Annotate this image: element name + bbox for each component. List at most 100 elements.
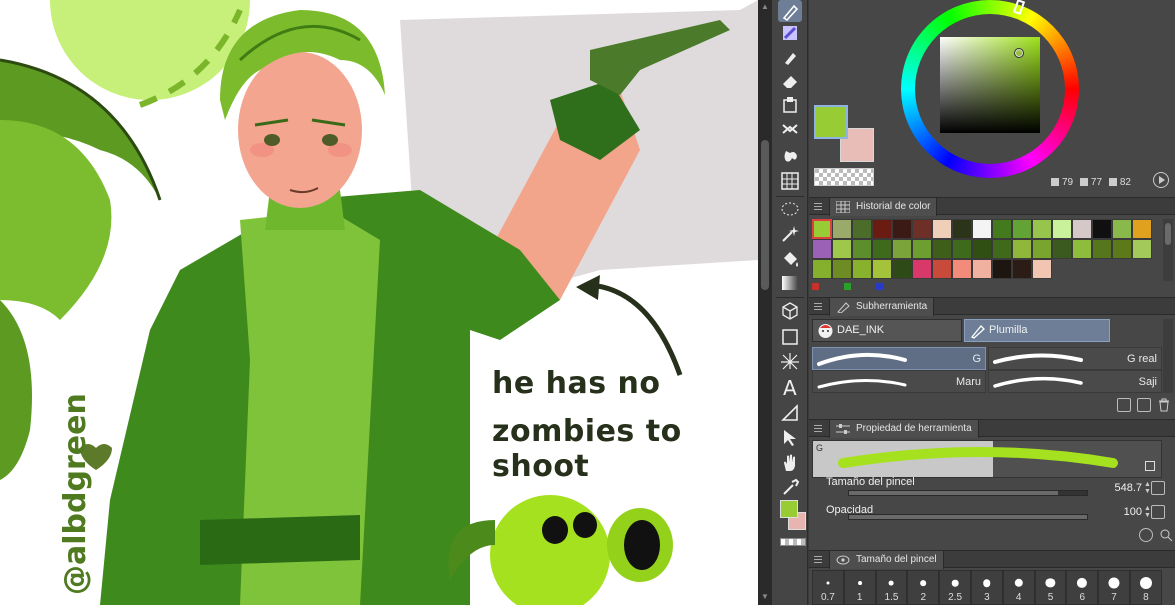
brush-size-preset[interactable]: 1 <box>843 570 876 605</box>
history-swatch[interactable] <box>1092 219 1112 239</box>
history-swatch[interactable] <box>852 219 872 239</box>
brush-g[interactable]: G <box>812 347 986 370</box>
history-swatch[interactable] <box>892 259 912 279</box>
brush-saji[interactable]: Saji <box>988 370 1162 393</box>
history-swatch[interactable] <box>932 259 952 279</box>
brush-size-preset[interactable]: 7 <box>1098 570 1130 605</box>
lock-icon[interactable] <box>1145 461 1155 471</box>
history-swatch[interactable] <box>1012 219 1032 239</box>
panel-menu-icon[interactable] <box>814 203 822 210</box>
ruler-icon[interactable] <box>778 402 802 424</box>
eyedropper-icon[interactable] <box>778 476 802 498</box>
history-swatch[interactable] <box>892 219 912 239</box>
select-arrow-icon[interactable] <box>778 426 802 448</box>
history-swatch[interactable] <box>872 219 892 239</box>
history-swatch[interactable] <box>1092 239 1112 259</box>
brush-size-property[interactable]: Tamaño del pincel 548.7 ▲ ▼ <box>812 476 1165 500</box>
drawing-canvas[interactable]: he has no zombies to shoot @albdgreen <box>0 0 758 605</box>
subtool-scrollbar[interactable] <box>1163 319 1173 393</box>
decoration-icon[interactable] <box>778 94 802 116</box>
grid-icon[interactable] <box>778 170 802 192</box>
delete-subtool-icon[interactable] <box>1157 398 1171 412</box>
rectangle-icon[interactable] <box>778 326 802 348</box>
gradient-icon[interactable] <box>778 272 802 294</box>
eraser-icon[interactable] <box>778 70 802 92</box>
history-swatch[interactable] <box>872 239 892 259</box>
color-mode-play-icon[interactable] <box>1153 172 1169 188</box>
tool-settings-icon[interactable] <box>1139 528 1153 542</box>
history-swatch[interactable] <box>852 259 872 279</box>
airbrush-icon[interactable] <box>778 46 802 68</box>
brush-size-preset[interactable]: 2 <box>907 570 940 605</box>
brush-size-preset[interactable]: 5 <box>1034 570 1067 605</box>
panel-menu-icon[interactable] <box>814 556 822 563</box>
hand-icon[interactable] <box>778 452 802 474</box>
history-swatch[interactable] <box>1012 239 1032 259</box>
history-swatch[interactable] <box>832 259 852 279</box>
3d-icon[interactable] <box>778 300 802 322</box>
color-history-scrollbar[interactable] <box>1163 219 1173 281</box>
tab-subtool[interactable]: Subherramienta <box>829 298 935 316</box>
toolbar-main-color[interactable] <box>780 500 798 518</box>
history-swatch[interactable] <box>952 219 972 239</box>
border-icon[interactable] <box>778 350 802 372</box>
history-swatch[interactable] <box>972 219 992 239</box>
text-icon[interactable]: A <box>778 376 802 398</box>
brush-size-preset[interactable]: 1.5 <box>875 570 908 605</box>
history-swatch[interactable] <box>972 239 992 259</box>
pen-icon[interactable] <box>778 0 802 22</box>
magic-wand-icon[interactable] <box>778 222 802 244</box>
tool-property-search-icon[interactable] <box>1159 528 1173 542</box>
subtool-group-plumilla[interactable]: Plumilla <box>964 319 1110 342</box>
toolbar-transparent-color[interactable] <box>780 538 806 546</box>
brush-size-slider[interactable] <box>848 490 1088 496</box>
history-swatch[interactable] <box>912 219 932 239</box>
new-subtool-icon[interactable] <box>1137 398 1151 412</box>
scroll-down-icon[interactable]: ▼ <box>760 592 770 602</box>
history-swatch[interactable] <box>1032 259 1052 279</box>
history-swatch[interactable] <box>812 239 832 259</box>
history-swatch[interactable] <box>912 239 932 259</box>
history-swatch[interactable] <box>892 239 912 259</box>
brush-size-preset[interactable]: 4 <box>1002 570 1035 605</box>
scroll-up-icon[interactable]: ▲ <box>760 2 770 12</box>
history-swatch[interactable] <box>912 259 932 279</box>
history-swatch[interactable] <box>1112 239 1132 259</box>
panel-menu-icon[interactable] <box>814 425 822 432</box>
tab-brush-size[interactable]: Tamaño del pincel <box>829 551 944 569</box>
history-swatch[interactable] <box>932 239 952 259</box>
history-swatch[interactable] <box>1052 219 1072 239</box>
brush-size-preset[interactable]: 6 <box>1066 570 1099 605</box>
history-swatch[interactable] <box>992 239 1012 259</box>
history-swatch[interactable] <box>812 259 832 279</box>
history-swatch[interactable] <box>992 259 1012 279</box>
brush-icon[interactable] <box>778 22 802 44</box>
brush-size-preset[interactable]: 0.7 <box>812 570 844 605</box>
brush-maru[interactable]: Maru <box>812 370 986 393</box>
history-swatch[interactable] <box>852 239 872 259</box>
figure-icon[interactable] <box>778 118 802 140</box>
history-swatch[interactable] <box>872 259 892 279</box>
history-swatch[interactable] <box>972 259 992 279</box>
opacity-property[interactable]: Opacidad 100 ▲ ▼ <box>812 502 1165 524</box>
history-swatch[interactable] <box>1032 239 1052 259</box>
history-swatch[interactable] <box>1032 219 1052 239</box>
sv-cursor[interactable] <box>1014 48 1024 58</box>
fill-bucket-icon[interactable] <box>778 248 802 270</box>
lasso-icon[interactable] <box>778 198 802 220</box>
subtool-group-dae-ink[interactable]: DAE_INK <box>812 319 962 342</box>
history-swatch[interactable] <box>1132 239 1152 259</box>
history-swatch[interactable] <box>832 219 852 239</box>
copy-subtool-icon[interactable] <box>1117 398 1131 412</box>
tab-tool-property[interactable]: Propiedad de herramienta <box>829 420 979 438</box>
history-swatch[interactable] <box>1072 239 1092 259</box>
fill-icon[interactable] <box>778 144 802 166</box>
main-color-swatch[interactable] <box>814 105 848 139</box>
history-swatch[interactable] <box>1112 219 1132 239</box>
history-swatch[interactable] <box>992 219 1012 239</box>
brush-size-value[interactable]: 548.7 <box>1092 482 1142 494</box>
transparent-color-swatch[interactable] <box>814 168 874 186</box>
history-swatch[interactable] <box>1132 219 1152 239</box>
opacity-slider[interactable] <box>848 514 1088 520</box>
history-swatch[interactable] <box>1012 259 1032 279</box>
